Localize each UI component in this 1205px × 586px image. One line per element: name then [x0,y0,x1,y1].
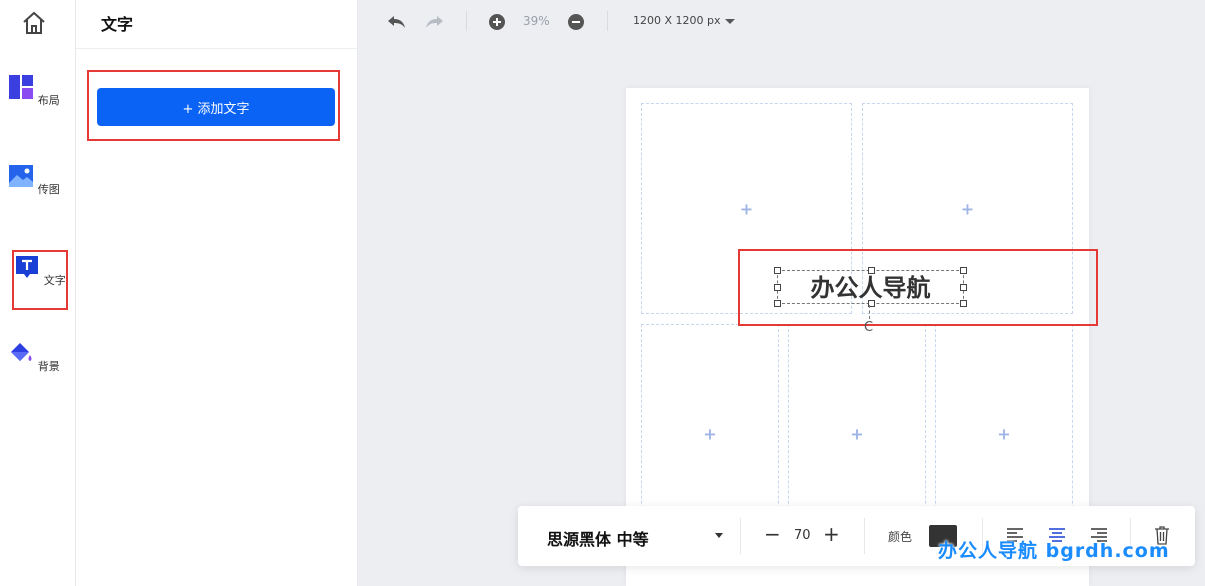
rail-item-background[interactable]: 背景 [0,340,68,400]
top-toolbar: 39% 1200 X 1200 px [358,0,1205,44]
rotate-icon[interactable]: C [864,320,873,335]
toolbar-divider [740,518,741,554]
font-size-value[interactable]: 70 [794,528,811,543]
zoom-level: 39% [523,14,550,28]
add-text-button[interactable]: + 添加文字 [97,88,335,126]
add-icon[interactable]: + [961,199,974,218]
font-size-decrease-button[interactable]: − [764,522,780,546]
text-element-selection[interactable]: 办公人导航 [777,270,964,304]
undo-icon[interactable] [385,11,407,33]
resize-handle[interactable] [960,300,967,307]
text-panel: 文字 + 添加文字 [76,0,358,586]
resize-handle[interactable] [774,267,781,274]
resize-handle[interactable] [774,300,781,307]
resize-handle[interactable] [960,284,967,291]
font-family-select[interactable]: 思源黑体 中等 [547,526,649,550]
paint-bucket-icon [8,340,34,366]
toolbar-divider [607,11,608,31]
text-icon [14,254,40,280]
watermark: 办公人导航 bgrdh.com [938,536,1170,563]
rail-item-text[interactable]: 文字 [12,250,68,310]
rail-item-label: 背景 [38,360,60,373]
redo-icon[interactable] [424,11,446,33]
add-icon[interactable]: + [850,425,863,444]
layout-icon [8,74,34,100]
rail-item-label: 布局 [38,94,60,107]
resize-handle[interactable] [960,267,967,274]
rail-item-label: 传图 [38,183,60,196]
chevron-down-icon[interactable] [715,533,723,538]
add-icon[interactable]: + [703,425,716,444]
rail-item-label: 文字 [44,274,66,287]
rail-item-layout[interactable]: 布局 [0,74,68,134]
color-label: 颜色 [888,528,912,545]
canvas-text[interactable]: 办公人导航 [778,271,963,303]
toolbar-divider [466,11,467,31]
zoom-in-icon[interactable] [486,11,508,33]
resize-handle[interactable] [868,267,875,274]
canvas-size-select[interactable]: 1200 X 1200 px [633,14,721,27]
image-upload-icon [8,163,34,189]
divider [76,48,358,49]
add-icon[interactable]: + [740,199,753,218]
rotate-connector [869,305,870,319]
zoom-out-icon[interactable] [565,11,587,33]
chevron-down-icon[interactable] [725,19,735,24]
font-size-increase-button[interactable]: + [823,522,839,546]
panel-title: 文字 [101,11,133,35]
rail-item-upload[interactable]: 传图 [0,163,68,223]
resize-handle[interactable] [774,284,781,291]
left-rail: 布局 传图 文字 背景 [0,0,76,586]
add-icon[interactable]: + [997,425,1010,444]
home-icon[interactable] [21,10,47,36]
toolbar-divider [864,518,865,554]
